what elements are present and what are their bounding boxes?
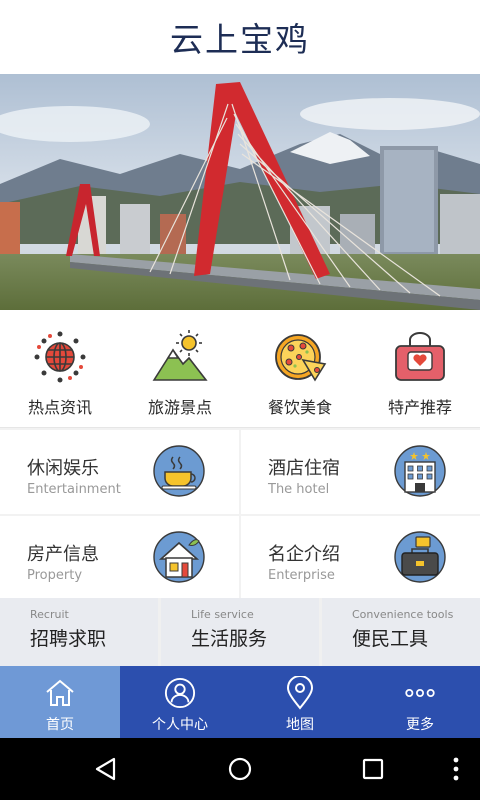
service-life[interactable]: Life service 生活服务 — [161, 598, 319, 666]
tab-home[interactable]: 首页 — [0, 666, 120, 738]
quick-menu: 热点资讯 旅游景点 餐饮美食 特产推荐 — [0, 310, 480, 428]
quick-item-news[interactable]: 热点资讯 — [0, 310, 120, 428]
card-entertainment[interactable]: 休闲娱乐 Entertainment — [0, 430, 239, 514]
service-cn-label: 便民工具 — [352, 628, 429, 650]
card-subtitle: Entertainment — [27, 482, 121, 497]
tab-more[interactable]: 更多 — [360, 666, 480, 738]
banner-image[interactable] — [0, 74, 480, 310]
quick-item-tourism[interactable]: 旅游景点 — [120, 310, 240, 428]
system-nav-bar — [0, 738, 480, 800]
card-title: 酒店住宿 — [268, 458, 340, 479]
tab-label: 地图 — [286, 717, 314, 733]
tab-label: 个人中心 — [152, 717, 208, 733]
quick-item-label: 热点资讯 — [27, 398, 92, 417]
tab-label: 首页 — [46, 717, 74, 733]
tab-map[interactable]: 地图 — [240, 666, 360, 738]
briefcase-icon — [394, 531, 446, 583]
service-en-label: Convenience tools — [352, 608, 454, 621]
back-icon[interactable] — [86, 749, 126, 789]
services-strip: Recruit 招聘求职 Life service 生活服务 Convenien… — [0, 598, 480, 666]
tab-profile[interactable]: 个人中心 — [120, 666, 240, 738]
card-hotel[interactable]: 酒店住宿 The hotel — [241, 430, 480, 514]
service-en-label: Life service — [191, 608, 254, 621]
service-cn-label: 生活服务 — [191, 628, 268, 650]
pizza-icon — [271, 330, 329, 384]
quick-item-specialty[interactable]: 特产推荐 — [360, 310, 480, 428]
home-circle-icon[interactable] — [220, 749, 260, 789]
quick-item-label: 旅游景点 — [147, 398, 212, 417]
globe-icon — [31, 330, 89, 384]
category-cards: 休闲娱乐 Entertainment 酒店住宿 The hotel 房产信息 P… — [0, 428, 480, 600]
service-en-label: Recruit — [30, 608, 69, 621]
hotel-building-icon — [394, 445, 446, 497]
app-header: 云上宝鸡 — [0, 0, 480, 74]
map-pin-icon — [284, 676, 316, 710]
bottom-tab-bar: 首页 个人中心 地图 更多 — [0, 666, 480, 738]
user-icon — [164, 676, 196, 710]
house-icon — [153, 531, 205, 583]
overflow-menu-icon[interactable] — [436, 749, 476, 789]
card-subtitle: Property — [27, 568, 83, 583]
card-title: 房产信息 — [27, 544, 99, 565]
more-dots-icon — [404, 676, 436, 710]
card-subtitle: Enterprise — [268, 568, 335, 583]
service-recruit[interactable]: Recruit 招聘求职 — [0, 598, 158, 666]
card-subtitle: The hotel — [268, 482, 330, 497]
recents-square-icon[interactable] — [353, 749, 393, 789]
page-title: 云上宝鸡 — [170, 20, 310, 59]
quick-item-label: 特产推荐 — [387, 398, 452, 417]
home-icon — [44, 676, 76, 710]
service-cn-label: 招聘求职 — [30, 628, 107, 650]
coffee-cup-icon — [153, 445, 205, 497]
quick-item-label: 餐饮美食 — [267, 398, 332, 417]
card-title: 名企介绍 — [268, 544, 340, 565]
quick-item-food[interactable]: 餐饮美食 — [240, 310, 360, 428]
tab-label: 更多 — [406, 717, 434, 733]
service-tools[interactable]: Convenience tools 便民工具 — [322, 598, 480, 666]
card-property[interactable]: 房产信息 Property — [0, 516, 239, 600]
gift-bag-icon — [391, 330, 449, 384]
card-enterprise[interactable]: 名企介绍 Enterprise — [241, 516, 480, 600]
card-title: 休闲娱乐 — [27, 458, 99, 479]
mountain-sun-icon — [151, 330, 209, 384]
